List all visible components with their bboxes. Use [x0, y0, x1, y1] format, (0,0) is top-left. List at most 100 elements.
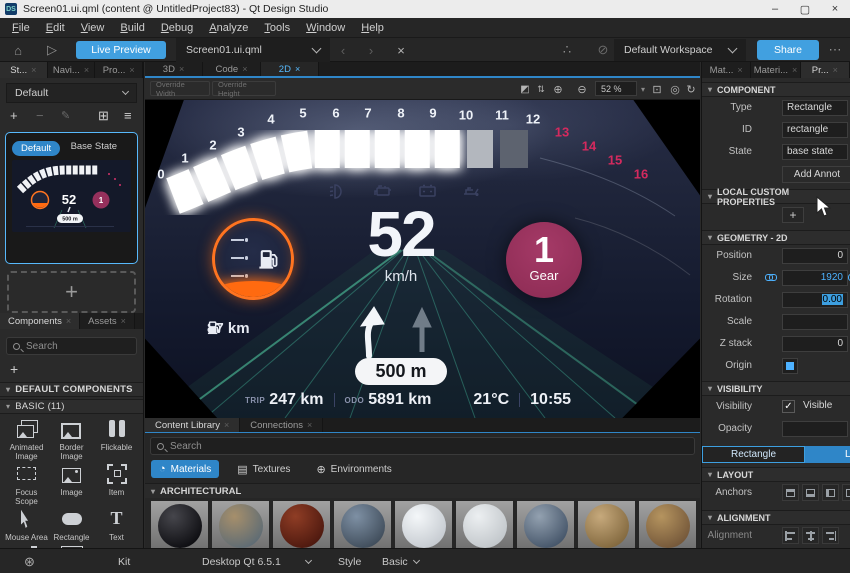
menu-build[interactable]: Build: [112, 20, 152, 36]
close-icon[interactable]: ×: [31, 65, 36, 75]
component-border-image[interactable]: Border Image: [49, 417, 94, 461]
left-tab-st[interactable]: St...×: [0, 62, 48, 78]
close-icon[interactable]: ×: [295, 64, 300, 74]
material-frosted-glass[interactable]: [456, 501, 513, 548]
run-icon[interactable]: ▷: [42, 38, 62, 62]
props-tab-mat[interactable]: Mat...×: [702, 62, 751, 78]
material-beige-sand[interactable]: [578, 501, 635, 548]
more-icon[interactable]: ⋯: [826, 38, 844, 62]
style-dropdown[interactable]: Basic: [382, 549, 408, 573]
zoom-out-icon[interactable]: ⊖: [573, 78, 591, 100]
filter-environments[interactable]: ⊕ Environments: [308, 460, 399, 479]
close-icon[interactable]: ×: [833, 65, 838, 75]
filter-materials[interactable]: ◔ Materials: [151, 460, 219, 478]
visible-checkbox[interactable]: ✓: [782, 400, 795, 413]
section-architectural[interactable]: ▾ ARCHITECTURAL: [145, 483, 700, 498]
section-basic[interactable]: ▾ BASIC (11): [0, 399, 143, 414]
component-flickable[interactable]: Flickable: [94, 417, 139, 461]
props-tab-pr[interactable]: Pr...×: [801, 62, 850, 78]
states-dropdown[interactable]: Default: [6, 83, 137, 103]
zoom-in-icon[interactable]: ⊕: [549, 78, 567, 100]
close-document-icon[interactable]: ×: [392, 38, 410, 62]
align-center-button[interactable]: [802, 527, 819, 544]
menu-tools[interactable]: Tools: [256, 20, 298, 36]
align-right-button[interactable]: [822, 527, 839, 544]
menu-edit[interactable]: Edit: [38, 20, 73, 36]
close-icon[interactable]: ×: [224, 420, 229, 430]
dashboard-artboard[interactable]: 012345678910111213141516 52 km/h 1 Gear: [145, 100, 700, 418]
workspace-dropdown[interactable]: Default Workspace: [614, 39, 746, 61]
section-default-components[interactable]: ▾ DEFAULT COMPONENTS: [0, 382, 143, 397]
close-icon[interactable]: ×: [66, 316, 71, 326]
back-icon[interactable]: ‹: [334, 38, 352, 62]
props-tab-materi[interactable]: Materi...×: [751, 62, 800, 78]
share-button[interactable]: Share: [757, 40, 819, 60]
id-field[interactable]: rectangle: [782, 122, 848, 138]
material-blue-marble[interactable]: [517, 501, 574, 548]
component-animated-image[interactable]: Animated Image: [4, 417, 49, 461]
design-canvas[interactable]: 012345678910111213141516 52 km/h 1 Gear: [145, 100, 700, 418]
close-icon[interactable]: ×: [121, 316, 126, 326]
close-icon[interactable]: ×: [242, 64, 247, 74]
workspace-nodes-icon[interactable]: ∴: [558, 38, 576, 62]
bw-mode-icon[interactable]: ◩: [517, 78, 533, 100]
component-text[interactable]: TText: [94, 507, 139, 542]
section-layout[interactable]: ▾ LAYOUT: [702, 467, 850, 482]
component-mouse-area[interactable]: Mouse Area: [4, 507, 49, 542]
position-x-field[interactable]: 0: [782, 248, 848, 264]
menu-view[interactable]: View: [73, 20, 113, 36]
home-icon[interactable]: ⌂: [8, 38, 28, 62]
chevron-down-icon[interactable]: [413, 556, 420, 563]
forward-icon[interactable]: ›: [362, 38, 380, 62]
left-tab-navi[interactable]: Navi...×: [48, 62, 96, 78]
section-visibility[interactable]: ▾ VISIBILITY: [702, 381, 850, 396]
override-height-field[interactable]: Override Height: [212, 81, 276, 96]
section-geometry-2d[interactable]: ▾ GEOMETRY - 2D: [702, 230, 850, 245]
component-image[interactable]: Image: [49, 462, 94, 506]
close-icon[interactable]: ×: [84, 65, 89, 75]
edit-state-icon[interactable]: ✎: [61, 107, 70, 125]
close-icon[interactable]: ×: [307, 420, 312, 430]
state-name-badge[interactable]: Default: [12, 141, 60, 156]
subtab-rectangle[interactable]: Rectangle: [702, 446, 805, 463]
fit-screen-icon[interactable]: ⊡: [649, 78, 665, 100]
state-field[interactable]: base state: [782, 144, 848, 160]
editor-tab-code[interactable]: Code×: [203, 62, 261, 76]
material-blue-grey-stone[interactable]: [334, 501, 391, 548]
content-tab-content-library[interactable]: Content Library×: [145, 418, 240, 432]
section-component[interactable]: ▾ COMPONENT: [702, 82, 850, 97]
content-tab-connections[interactable]: Connections×: [240, 418, 323, 432]
live-preview-button[interactable]: Live Preview: [76, 41, 166, 59]
annotation-icon[interactable]: ⊘: [594, 38, 612, 62]
component-rectangle[interactable]: Rectangle: [49, 507, 94, 542]
component-item[interactable]: Item: [94, 462, 139, 506]
menu-file[interactable]: File: [4, 20, 38, 36]
document-dropdown[interactable]: Screen01.ui.qml: [176, 38, 330, 62]
filter-textures[interactable]: ▤ Textures: [229, 460, 298, 479]
editor-tab-2d[interactable]: 2D×: [261, 62, 319, 76]
components-search[interactable]: Search: [6, 337, 137, 355]
stepper-icon[interactable]: ⇅: [535, 78, 547, 100]
material-red-clay[interactable]: [273, 501, 330, 548]
add-module-button[interactable]: +: [10, 361, 143, 377]
origin-button[interactable]: [782, 358, 798, 374]
content-library-search[interactable]: Search: [150, 437, 695, 455]
menu-debug[interactable]: Debug: [153, 20, 201, 36]
anchor-bottom-button[interactable]: [802, 484, 819, 501]
link-icon[interactable]: [765, 274, 777, 282]
remove-state-icon[interactable]: −: [36, 107, 44, 125]
add-state-button[interactable]: +: [7, 271, 136, 313]
subtab-layout[interactable]: L: [805, 446, 850, 463]
add-state-icon[interactable]: +: [10, 107, 18, 125]
left-tab-pro[interactable]: Pro...×: [95, 62, 143, 78]
close-icon[interactable]: ×: [179, 64, 184, 74]
chevron-down-icon[interactable]: [305, 556, 312, 563]
zoom-level-field[interactable]: 52 %: [595, 81, 637, 96]
state-thumbnail[interactable]: 1 52 500 m: [12, 160, 131, 232]
state-card-default[interactable]: Default Base State 1 52 500 m: [5, 132, 138, 264]
editor-tab-3d[interactable]: 3D×: [145, 62, 203, 76]
zstack-field[interactable]: 0: [782, 336, 848, 352]
anchor-right-button[interactable]: [842, 484, 850, 501]
align-left-button[interactable]: [782, 527, 799, 544]
rotation-field[interactable]: 0.00: [782, 292, 848, 308]
